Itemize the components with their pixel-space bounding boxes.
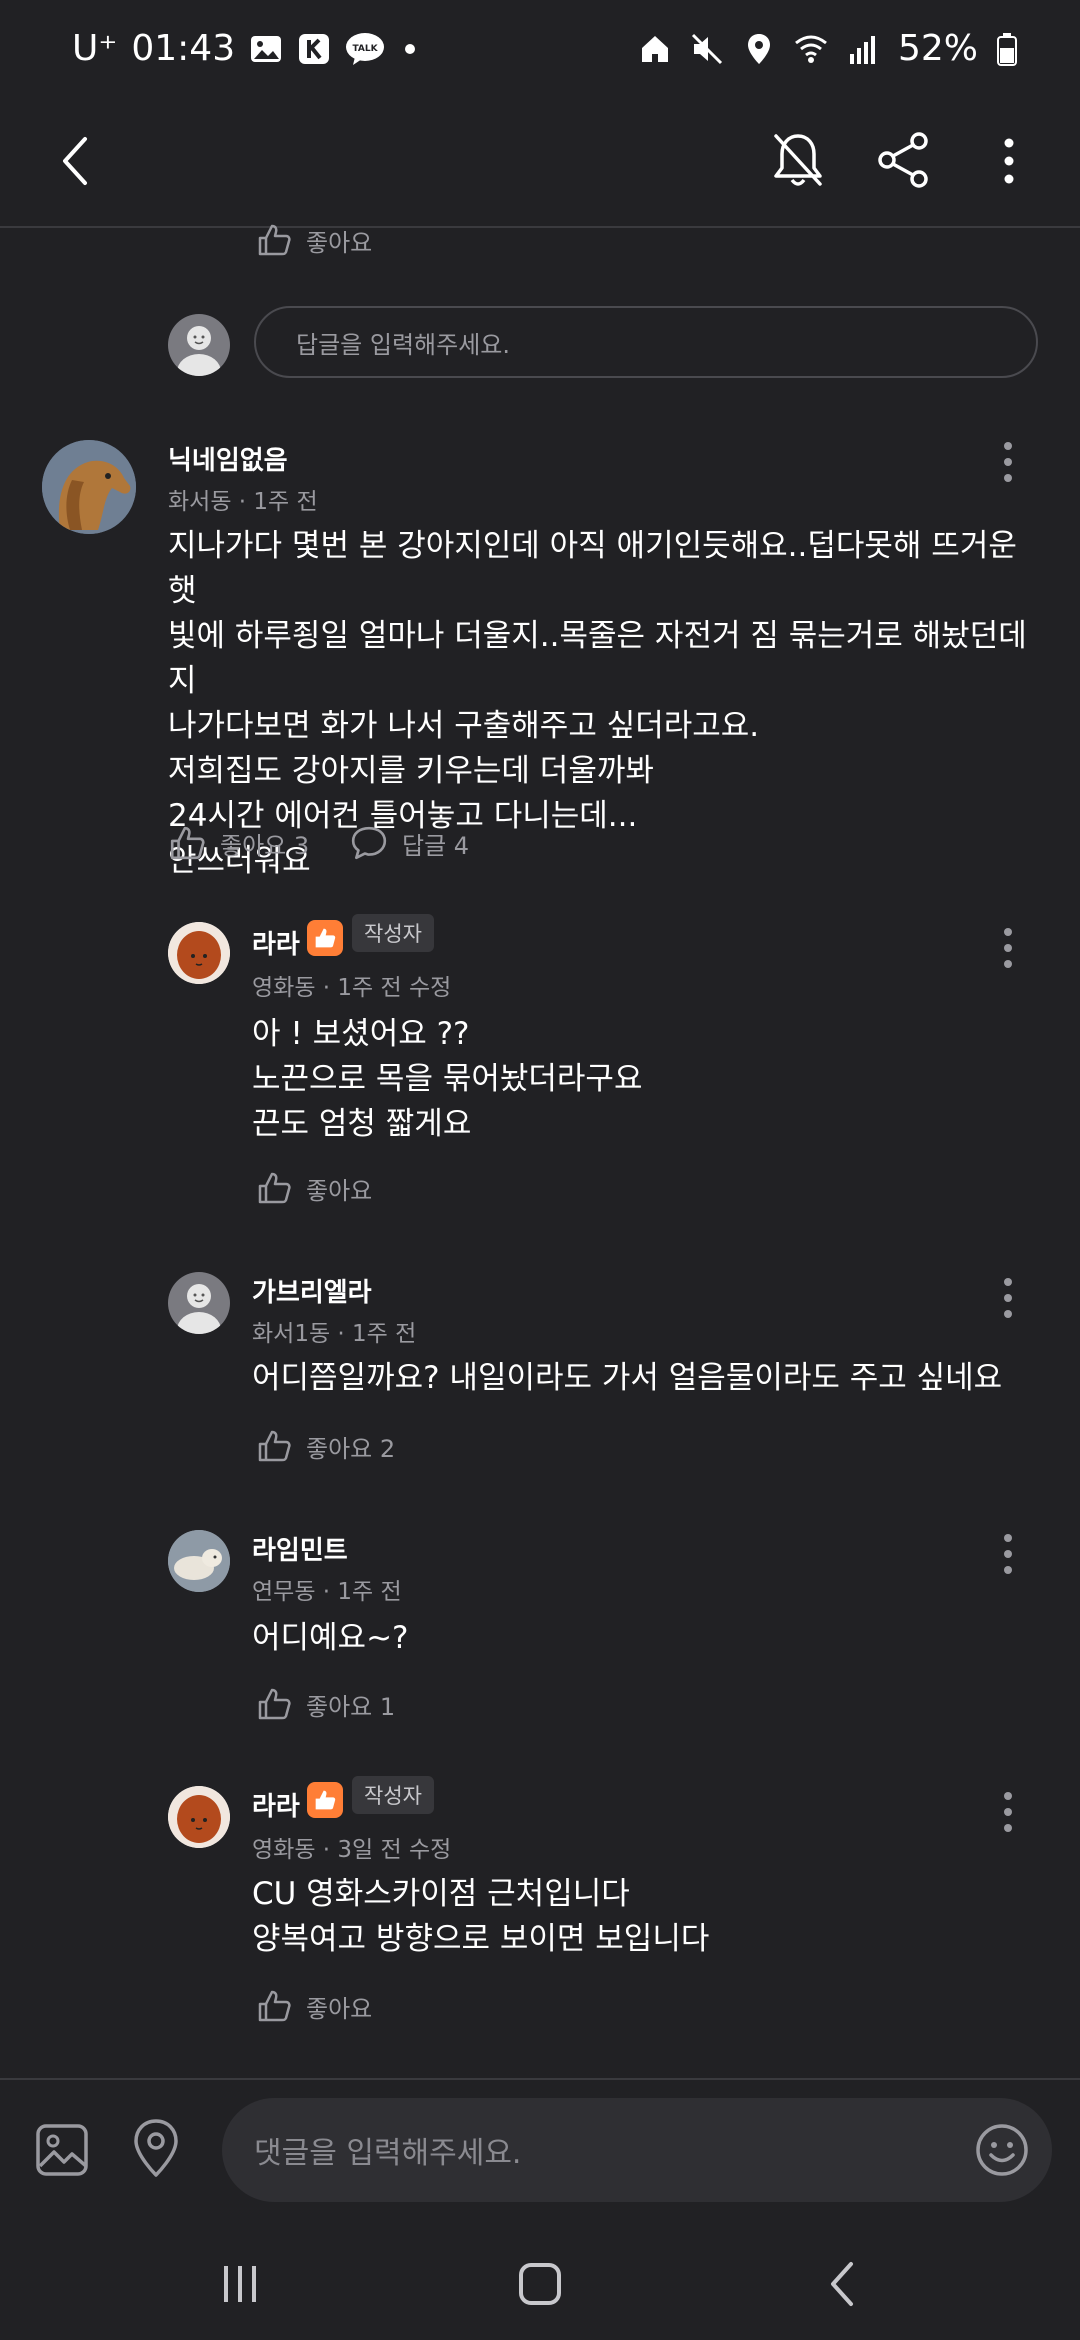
speech-bubble-icon	[351, 826, 387, 860]
comment-more-icon[interactable]	[998, 440, 1018, 484]
reply-comment: 라임민트 연무동 · 1주 전 어디예요~? 좋아요 1	[0, 1526, 1080, 1746]
comment-input[interactable]: 댓글을 입력해주세요.	[222, 2098, 1052, 2202]
comment-input-bar: 댓글을 입력해주세요.	[0, 2078, 1080, 2230]
gallery-notification-icon	[251, 35, 282, 62]
avatar[interactable]	[168, 922, 230, 984]
avatar[interactable]	[168, 1272, 230, 1334]
thumbs-up-icon	[258, 1430, 291, 1462]
avatar[interactable]	[42, 440, 136, 534]
reply-comment: 가브리엘라 화서1동 · 1주 전 어디쯤일까요? 내일이라도 가서 얼음물이라…	[0, 1268, 1080, 1488]
comment-more-icon[interactable]	[998, 926, 1018, 970]
svg-text:TALK: TALK	[353, 44, 379, 54]
like-button[interactable]: 좋아요	[256, 1170, 372, 1206]
recents-icon	[224, 2266, 256, 2302]
image-icon	[36, 2124, 88, 2176]
comment: 닉네임없음 화서동 · 1주 전 지나가다 몇번 본 강아지인데 아직 애기인듯…	[0, 430, 1080, 890]
more-vertical-icon	[1004, 138, 1014, 184]
signal-icon	[849, 35, 875, 64]
author-tag: 작성자	[352, 914, 434, 952]
comment-meta: 영화동 · 3일 전 수정	[252, 1837, 452, 1863]
nav-back-button[interactable]	[802, 2252, 882, 2316]
thumbs-up-icon	[258, 1990, 291, 2022]
app-notification-icon	[299, 33, 330, 64]
like-label: 좋아요 3	[220, 831, 310, 860]
badge-thumbs-up-icon	[307, 1782, 343, 1818]
avatar[interactable]	[168, 1530, 230, 1592]
comment-body: 아 ! 보셨어요 ?? 노끈으로 목을 묶어놨더라구요 끈도 엄청 짧게요	[252, 1016, 643, 1142]
comment-body: 어디예요~?	[252, 1620, 409, 1656]
avatar	[168, 314, 230, 376]
mute-icon	[691, 33, 723, 64]
share-icon	[878, 132, 928, 188]
top-app-bar	[0, 100, 1080, 228]
like-button[interactable]: 좋아요 3	[168, 824, 309, 862]
attach-location-button[interactable]	[124, 2110, 188, 2186]
location-pin-icon	[134, 2119, 178, 2177]
author-name[interactable]: 라임민트	[252, 1530, 348, 1567]
like-button[interactable]: 좋아요 1	[256, 1686, 395, 1722]
comment-more-icon[interactable]	[998, 1532, 1018, 1576]
smile-icon[interactable]	[974, 2122, 1030, 2178]
author-name[interactable]: 닉네임없음	[168, 440, 288, 477]
nav-back-icon	[831, 2262, 853, 2306]
like-label: 좋아요	[306, 1994, 373, 2023]
like-label: 좋아요 2	[306, 1434, 396, 1463]
comment-more-icon[interactable]	[998, 1790, 1018, 1834]
like-label: 좋아요 1	[306, 1692, 396, 1721]
thumbs-up-icon	[258, 1172, 291, 1204]
system-nav-bar	[0, 2228, 1080, 2340]
battery-icon	[997, 32, 1017, 66]
comment-meta: 연무동 · 1주 전	[252, 1579, 402, 1605]
thumbs-up-icon	[170, 826, 205, 860]
reply-button[interactable]: 답글 4	[350, 824, 469, 862]
reply-input-row: 답글을 입력해주세요.	[168, 306, 1040, 382]
reply-comment: 라라 작성자 영화동 · 1주 전 수정 아 ! 보셨어요 ?? 노끈으로 목을…	[0, 912, 1080, 1212]
badge-thumbs-up-icon	[307, 920, 343, 956]
back-button[interactable]	[40, 124, 110, 198]
wifi-icon	[795, 35, 827, 63]
back-icon	[63, 137, 87, 185]
author-name[interactable]: 라라	[252, 1786, 300, 1823]
comment-more-icon[interactable]	[998, 1276, 1018, 1320]
author-tag: 작성자	[352, 1776, 434, 1814]
carrier-label: U⁺	[72, 28, 118, 69]
author-name[interactable]: 라라	[252, 924, 300, 961]
location-icon	[747, 33, 770, 64]
reply-count-label: 답글 4	[402, 831, 470, 860]
reply-comment: 라라 작성자 영화동 · 3일 전 수정 CU 영화스카이점 근처입니다 양복여…	[0, 1776, 1080, 2036]
notification-toggle-button[interactable]	[762, 122, 834, 198]
comment-meta: 영화동 · 1주 전 수정	[252, 975, 452, 1001]
attach-image-button[interactable]	[30, 2114, 94, 2186]
recents-button[interactable]	[200, 2252, 280, 2316]
more-notifications-dot	[405, 43, 416, 54]
bell-off-icon	[774, 134, 822, 186]
home-button[interactable]	[500, 2252, 580, 2316]
comment-body: 어디쯤일까요? 내일이라도 가서 얼음물이라도 주고 싶네요	[252, 1360, 1003, 1396]
home-network-icon	[641, 35, 668, 62]
status-bar: U⁺ 01:43 TALK 52%	[0, 0, 1080, 100]
battery-percent: 52%	[897, 28, 978, 69]
like-label: 좋아요	[306, 228, 373, 257]
like-label: 좋아요	[306, 1176, 373, 1205]
more-options-button[interactable]	[982, 126, 1036, 196]
like-button[interactable]: 좋아요	[256, 1988, 372, 2024]
thumbs-up-icon	[258, 1688, 291, 1720]
comment-meta: 화서1동 · 1주 전	[252, 1321, 417, 1347]
kakaotalk-notification-icon: TALK	[346, 32, 385, 65]
avatar[interactable]	[168, 1786, 230, 1848]
like-button[interactable]: 좋아요	[256, 222, 372, 258]
reply-input[interactable]: 답글을 입력해주세요.	[254, 306, 1038, 378]
clock: 01:43	[131, 28, 236, 69]
comment-body: CU 영화스카이점 근처입니다 양복여고 방향으로 보이면 보입니다	[252, 1876, 710, 1957]
home-icon	[519, 2263, 561, 2305]
comment-meta: 화서동 · 1주 전	[168, 489, 318, 515]
share-button[interactable]	[868, 122, 940, 198]
comment-input-placeholder: 댓글을 입력해주세요.	[254, 2136, 522, 2171]
author-name[interactable]: 가브리엘라	[252, 1272, 372, 1309]
like-button[interactable]: 좋아요 2	[256, 1428, 395, 1464]
thumbs-up-icon	[258, 224, 291, 256]
